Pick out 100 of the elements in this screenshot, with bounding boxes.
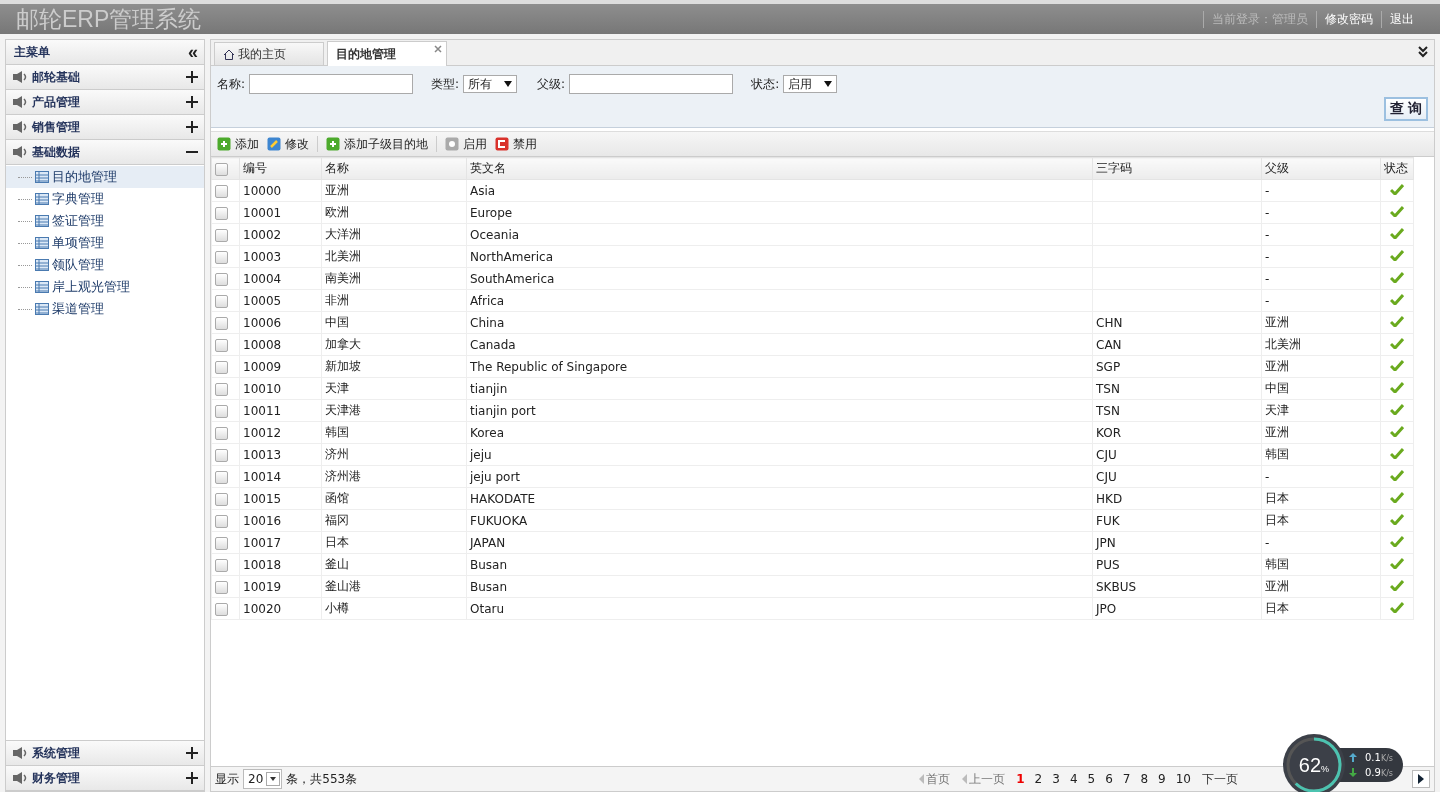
row-checkbox[interactable]	[215, 426, 228, 440]
chevron-down-icon[interactable]	[1417, 45, 1429, 59]
row-checkbox[interactable]	[215, 338, 228, 352]
menu-group[interactable]: 销售管理	[6, 115, 204, 140]
row-checkbox[interactable]	[215, 294, 228, 308]
row-checkbox[interactable]	[215, 206, 228, 220]
row-checkbox[interactable]	[215, 316, 228, 330]
input-field[interactable]	[249, 74, 414, 94]
tab[interactable]: 目的地管理	[327, 41, 447, 66]
menu-group[interactable]: 财务管理	[6, 766, 204, 791]
page-link[interactable]: 2	[1034, 772, 1043, 786]
field-label: 名称:	[217, 75, 246, 93]
page-link[interactable]: 8	[1140, 772, 1149, 786]
table-icon	[35, 193, 49, 205]
tree-item[interactable]: 目的地管理	[6, 166, 204, 188]
menu-group[interactable]: 系统管理	[6, 741, 204, 766]
row-checkbox[interactable]	[215, 558, 228, 572]
close-icon[interactable]	[434, 45, 442, 53]
row-checkbox[interactable]	[215, 514, 228, 528]
plus-icon[interactable]	[186, 71, 198, 83]
plus-icon[interactable]	[186, 121, 198, 133]
page-link[interactable]: 7	[1122, 772, 1131, 786]
row-checkbox[interactable]	[215, 536, 228, 550]
page-size-select[interactable]: 20	[243, 769, 283, 789]
tree-item[interactable]: 岸上观光管理	[6, 276, 204, 298]
next-page-link[interactable]: 下一页	[1202, 770, 1238, 788]
toolbar-button[interactable]: 启用	[445, 135, 487, 153]
row-checkbox[interactable]	[215, 250, 228, 264]
table-cell: 日本	[1261, 509, 1381, 532]
column-header[interactable]: 三字码	[1092, 157, 1262, 180]
toolbar-button[interactable]: 修改	[267, 135, 309, 153]
row-checkbox[interactable]	[215, 602, 228, 616]
row-checkbox[interactable]	[215, 492, 228, 506]
column-header[interactable]: 英文名	[466, 157, 1093, 180]
row-checkbox[interactable]	[215, 580, 228, 594]
table-cell: HAKODATE	[466, 487, 1093, 510]
table-cell: 10012	[239, 421, 322, 444]
row-checkbox[interactable]	[215, 360, 228, 374]
tree-item[interactable]: 单项管理	[6, 232, 204, 254]
go-button[interactable]	[1412, 770, 1430, 788]
plus-icon[interactable]	[186, 96, 198, 108]
input-field[interactable]	[569, 74, 734, 94]
row-checkbox[interactable]	[215, 470, 228, 484]
menu-group[interactable]: 邮轮基础	[6, 65, 204, 90]
table-cell: 天津	[321, 377, 467, 400]
tree-item[interactable]: 渠道管理	[6, 298, 204, 320]
page-link[interactable]: 3	[1052, 772, 1060, 786]
page-link[interactable]: 9	[1158, 772, 1166, 786]
tab[interactable]: 我的主页	[214, 42, 324, 65]
sidebar-title: 主菜单	[14, 43, 50, 61]
prev-page-link[interactable]: 上一页	[962, 770, 1006, 788]
toolbar-button[interactable]: 添加子级目的地	[326, 135, 428, 153]
row-checkbox[interactable]	[215, 228, 228, 242]
row-checkbox[interactable]	[215, 404, 228, 418]
column-header[interactable]: 状态	[1380, 157, 1414, 180]
page-link[interactable]: 1	[1016, 772, 1025, 786]
page-link[interactable]: 6	[1105, 772, 1113, 786]
table-cell: Korea	[466, 421, 1093, 444]
collapse-button[interactable]: «	[188, 43, 198, 61]
column-header[interactable]: 编号	[239, 157, 322, 180]
select-field[interactable]: 所有	[463, 75, 518, 93]
upload-speed: 0.1K/s	[1365, 752, 1393, 763]
table-cell: 新加坡	[321, 355, 467, 378]
table-cell: 釜山	[321, 553, 467, 576]
tree-item[interactable]: 签证管理	[6, 210, 204, 232]
column-header[interactable]: 名称	[321, 157, 467, 180]
row-checkbox[interactable]	[215, 382, 228, 396]
menu-group[interactable]: 基础数据	[6, 140, 204, 165]
menu-group[interactable]: 产品管理	[6, 90, 204, 115]
header-link[interactable]: 退出	[1381, 10, 1414, 28]
select-field[interactable]: 启用	[783, 75, 838, 93]
table-cell: 10014	[239, 465, 322, 488]
tree-item[interactable]: 领队管理	[6, 254, 204, 276]
toolbar-button[interactable]: 禁用	[495, 135, 537, 153]
page-link[interactable]: 5	[1087, 772, 1096, 786]
row-checkbox[interactable]	[215, 448, 228, 462]
column-header[interactable]: 父级	[1261, 157, 1381, 180]
header-link[interactable]: 修改密码	[1316, 10, 1373, 28]
query-button[interactable]: 查 询	[1384, 97, 1428, 121]
table-cell: FUK	[1096, 513, 1120, 528]
table-cell: 10002	[239, 223, 322, 246]
plus-icon[interactable]	[186, 772, 198, 784]
table-cell: -	[1261, 289, 1381, 312]
table-cell: -	[1261, 201, 1381, 224]
table-cell: 小樽	[321, 597, 467, 620]
table-cell: tianjin port	[466, 399, 1093, 422]
tree-item[interactable]: 字典管理	[6, 188, 204, 210]
add-icon	[326, 137, 340, 151]
table-cell: 亚洲	[1261, 311, 1381, 334]
page-link[interactable]: 4	[1069, 772, 1078, 786]
plus-icon[interactable]	[186, 747, 198, 759]
table-cell: Busan	[466, 575, 1093, 598]
table-cell: 韩国	[1261, 553, 1381, 576]
select-all-checkbox[interactable]	[215, 162, 228, 176]
toolbar-button[interactable]: 添加	[217, 135, 259, 153]
table-cell: SGP	[1096, 359, 1121, 374]
page-link[interactable]: 10	[1175, 772, 1191, 786]
row-checkbox[interactable]	[215, 184, 228, 198]
first-page-link[interactable]: 首页	[919, 770, 951, 788]
row-checkbox[interactable]	[215, 272, 228, 286]
